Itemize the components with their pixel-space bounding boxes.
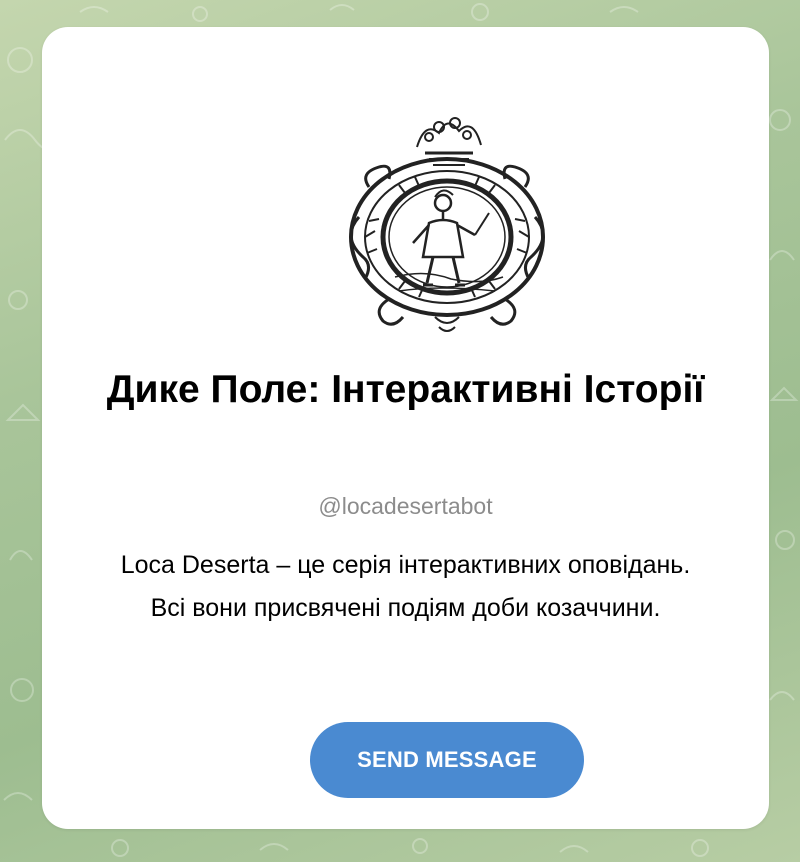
send-message-button[interactable]: SEND MESSAGE xyxy=(310,722,584,798)
bot-info-card: Дике Поле: Інтерактивні Історії @locades… xyxy=(42,27,769,829)
bot-description: Loca Deserta – це серія інтерактивних оп… xyxy=(120,551,691,622)
bot-title: Дике Поле: Інтерактивні Історії xyxy=(106,368,705,411)
cossack-emblem-icon xyxy=(349,117,545,332)
bot-username: @locadesertabot xyxy=(318,493,493,519)
